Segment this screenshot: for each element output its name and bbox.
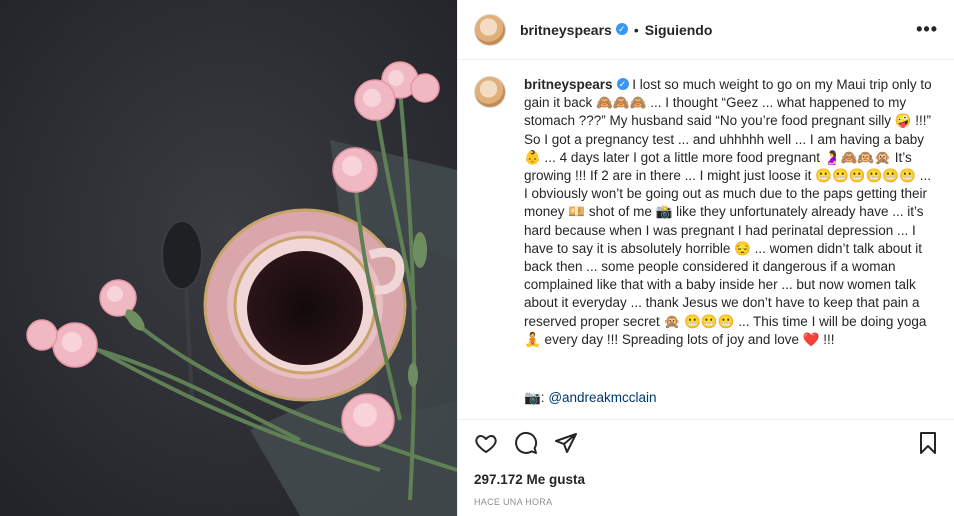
caption-avatar[interactable] [474, 76, 506, 108]
photo-credit: 📷: @andreakmcclain [524, 390, 657, 406]
heart-icon[interactable] [474, 431, 500, 457]
likes-count[interactable]: 297.172 Me gusta [474, 472, 585, 487]
caption-username-link[interactable]: britneyspears [524, 77, 613, 92]
separator-dot: • [633, 21, 639, 38]
action-bar [458, 419, 954, 467]
comment-icon[interactable] [514, 431, 540, 457]
instagram-post: britneyspears ✓ • Siguiendo ••• britneys… [0, 0, 954, 516]
more-options-icon[interactable]: ••• [916, 19, 938, 40]
post-image[interactable] [0, 0, 457, 516]
share-icon[interactable] [554, 431, 580, 457]
post-side-panel: britneyspears ✓ • Siguiendo ••• britneys… [457, 0, 954, 516]
post-timestamp[interactable]: HACE UNA HORA [474, 497, 552, 507]
username-link[interactable]: britneyspears [520, 22, 612, 38]
post-header: britneyspears ✓ • Siguiendo ••• [458, 0, 954, 60]
caption-block: britneyspears ✓ I lost so much weight to … [474, 76, 938, 418]
avatar[interactable] [474, 13, 506, 46]
caption-text-block: britneyspears ✓ I lost so much weight to … [524, 76, 938, 418]
caption-verified-badge-icon: ✓ [616, 78, 629, 91]
following-button[interactable]: Siguiendo [645, 22, 713, 38]
bookmark-icon[interactable] [916, 431, 942, 457]
verified-badge-icon: ✓ [615, 22, 628, 35]
credit-handle-link[interactable]: @andreakmcclain [548, 390, 656, 405]
post-photo-illustration [0, 0, 457, 516]
caption-text: I lost so much weight to go on my Maui t… [524, 77, 932, 347]
camera-credit-prefix: 📷: [524, 390, 549, 405]
